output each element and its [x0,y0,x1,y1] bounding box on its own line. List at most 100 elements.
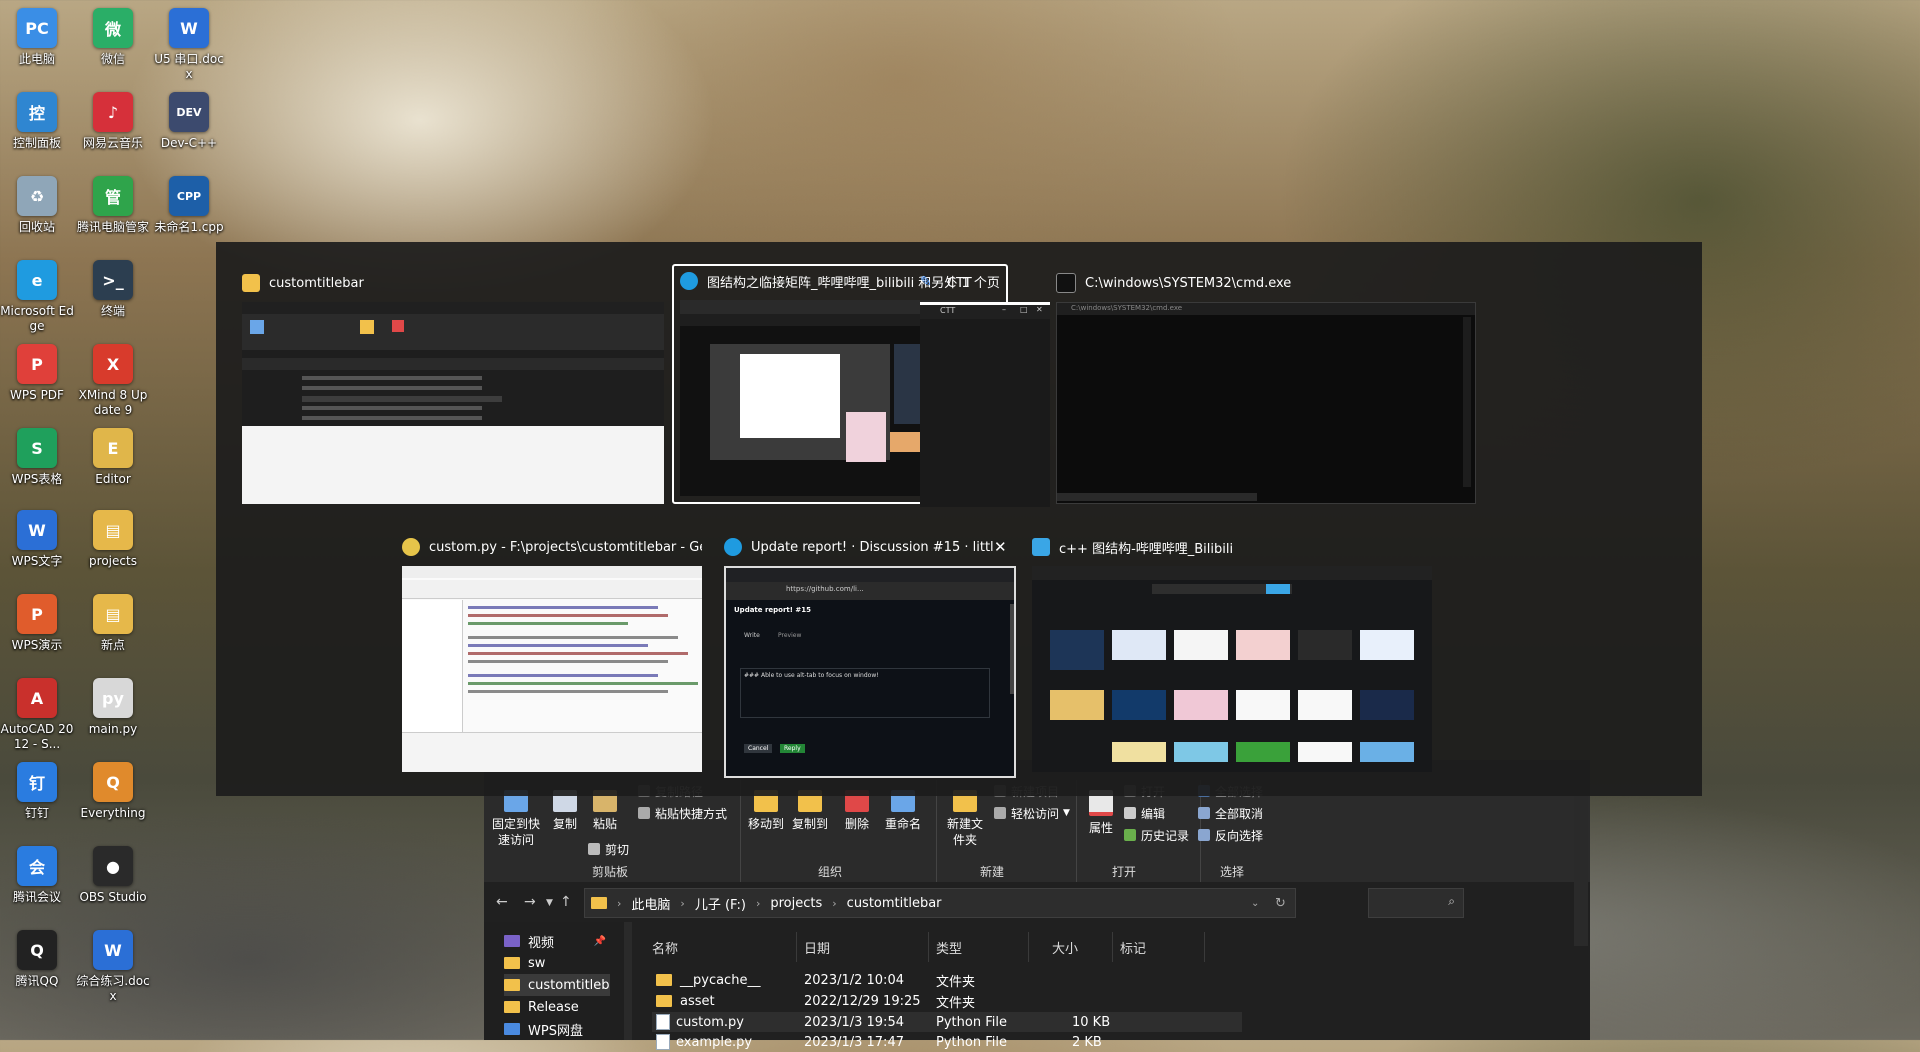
breadcrumb-item[interactable]: 儿子 (F:) [695,894,746,913]
nav-item-videos[interactable]: 视频 📌 [504,930,610,952]
window-tile-geany[interactable]: custom.py - F:\projects\customtitlebar -… [402,532,702,772]
desktop-icon-label: AutoCAD 2012 - S... [0,722,74,751]
desktop-icon[interactable]: ● OBS Studio [76,846,150,905]
group-label-open: 打开 [1112,865,1137,879]
file-row[interactable]: asset 2022/12/29 19:25 文件夹 [652,991,1242,1011]
cut-button[interactable]: 剪切 [588,840,629,858]
pen-icon: ✎ [920,274,932,290]
address-bar[interactable]: › 此电脑 › 儿子 (F:) › projects › customtitle… [584,888,1296,918]
app-icon: S [17,428,57,468]
desktop-icon-label: WPS表格 [11,472,63,486]
paste-button[interactable]: 粘贴 [588,790,622,832]
breadcrumb-item[interactable]: customtitlebar [847,896,942,911]
window-tile-github[interactable]: Update report! · Discussion #15 · little… [724,532,1016,778]
pin-quick-access-button[interactable]: 固定到快速访问 [490,790,542,848]
select-none-button[interactable]: 全部取消 [1198,804,1263,822]
window-tile-ctt[interactable]: ✎ CTT CTT – □ ✕ [920,268,1050,507]
refresh-icon[interactable]: ↻ [1275,896,1286,911]
invert-selection-button[interactable]: 反向选择 [1198,826,1263,844]
desktop-icon[interactable]: ♪ 网易云音乐 [76,92,150,151]
desktop-icon[interactable]: W WPS文字 [0,510,74,569]
file-explorer-window[interactable]: 固定到快速访问 复制 粘贴 复制路径 粘贴快捷方式 剪切 移动到 复制到 删除 … [484,760,1590,1050]
nav-item-release[interactable]: Release [504,996,610,1018]
easy-access-button[interactable]: 轻松访问 ▼ [994,804,1070,822]
nav-item-customtitlebar[interactable]: customtitleb [504,974,610,996]
desktop-icon[interactable]: PC 此电脑 [0,8,74,67]
new-folder-button[interactable]: 新建文件夹 [942,790,988,848]
column-header-size[interactable]: 大小 [1052,938,1078,957]
terminal-icon [1056,273,1076,293]
breadcrumb-item[interactable]: 此电脑 [631,894,670,913]
desktop-icon[interactable]: CPP 未命名1.cpp [152,176,226,235]
desktop-icon-label: projects [89,554,137,568]
navigation-pane: 视频 📌 sw customtitleb Release WPS网盘 [484,922,624,1040]
window-tile-cmd[interactable]: C:\windows\SYSTEM32\cmd.exe C:\windows\S… [1056,268,1476,504]
desktop-icon[interactable]: e Microsoft Edge [0,260,74,334]
desktop-icon[interactable]: P WPS演示 [0,594,74,653]
desktop-icon[interactable]: 微微信 [76,8,150,67]
copy-to-button[interactable]: 复制到 [790,790,830,832]
app-icon: ♻ [17,176,57,216]
desktop-icon[interactable]: 钉钉钉 [0,762,74,821]
desktop-icon[interactable]: DEV Dev-C++ [152,92,226,151]
recent-dropdown-icon[interactable]: ▼ [546,898,553,908]
file-row[interactable]: __pycache__ 2023/1/2 10:04 文件夹 [652,970,1242,990]
history-button[interactable]: 历史记录 [1124,826,1189,844]
breadcrumb-item[interactable]: projects [770,896,822,911]
up-arrow-icon[interactable]: ↑ [560,894,572,910]
desktop-icon[interactable]: W 综合练习.docx [76,930,150,1004]
chevron-down-icon[interactable]: ⌄ [1251,898,1259,909]
app-icon: W [17,510,57,550]
window-tile-bilibili[interactable]: c++ 图结构-哔哩哔哩_Bilibili [1032,532,1452,772]
app-icon: 微 [93,8,133,48]
column-header-date[interactable]: 日期 [804,938,830,957]
search-input[interactable]: ⌕ [1368,888,1464,918]
desktop-icon[interactable]: >_ 终端 [76,260,150,319]
copy-button[interactable]: 复制 [548,790,582,832]
window-tile-explorer[interactable]: customtitlebar [242,268,664,504]
desktop-icon[interactable]: X XMind 8 Update 9 [76,344,150,418]
file-row[interactable]: custom.py 2023/1/3 19:54 Python File 10 … [652,1012,1242,1032]
properties-button[interactable]: 属性 [1084,790,1118,836]
desktop-icon[interactable]: A AutoCAD 2012 - S... [0,678,74,752]
desktop-icon[interactable]: 管腾讯电脑管家 [76,176,150,235]
nav-item-wps-cloud[interactable]: WPS网盘 [504,1018,610,1040]
file-row[interactable]: example.py 2023/1/3 17:47 Python File 2 … [652,1032,1242,1052]
desktop-icon[interactable]: P WPS PDF [0,344,74,403]
app-icon: Q [17,930,57,970]
column-header-type[interactable]: 类型 [936,938,962,957]
rename-button[interactable]: 重命名 [880,790,926,832]
chevron-right-icon: › [755,896,761,910]
column-header-tag[interactable]: 标记 [1120,938,1146,957]
column-header-name[interactable]: 名称 [652,938,678,957]
nav-item-sw[interactable]: sw [504,952,610,974]
desktop-icon[interactable]: ▤ projects [76,510,150,569]
forward-arrow-icon[interactable]: → [524,894,536,910]
desktop-icon-label: 控制面板 [12,136,61,150]
desktop-icon[interactable]: 会腾讯会议 [0,846,74,905]
edit-button[interactable]: 编辑 [1124,804,1165,822]
desktop-icon[interactable]: S WPS表格 [0,428,74,487]
app-icon: ▤ [93,510,133,550]
desktop-icon[interactable]: E Editor [76,428,150,487]
window-thumbnail: C:\windows\SYSTEM32\cmd.exe [1056,302,1476,504]
chevron-right-icon: › [617,896,622,910]
desktop-icon[interactable]: Q Everything [76,762,150,821]
back-arrow-icon[interactable]: ← [496,894,508,910]
paste-shortcut-button[interactable]: 粘贴快捷方式 [638,804,727,822]
app-icon: ▤ [93,594,133,634]
desktop-icon[interactable]: Q 腾讯QQ [0,930,74,989]
delete-button[interactable]: 删除 [840,790,874,832]
desktop-icon[interactable]: py main.py [76,678,150,737]
desktop-icon[interactable]: W U5 串口.docx [152,8,226,82]
desktop-icon[interactable]: 控控制面板 [0,92,74,151]
desktop-icon[interactable]: ♻ 回收站 [0,176,74,235]
desktop-icon-label: 终端 [100,304,125,318]
group-label-organize: 组织 [818,865,843,879]
chevron-down-icon: ▼ [1063,808,1070,818]
close-tile-button[interactable]: ✕ [994,538,1007,556]
desktop-icon[interactable]: ▤ 新点 [76,594,150,653]
vertical-scrollbar[interactable] [624,922,632,1040]
folder-icon [504,1001,520,1013]
move-to-button[interactable]: 移动到 [746,790,786,832]
